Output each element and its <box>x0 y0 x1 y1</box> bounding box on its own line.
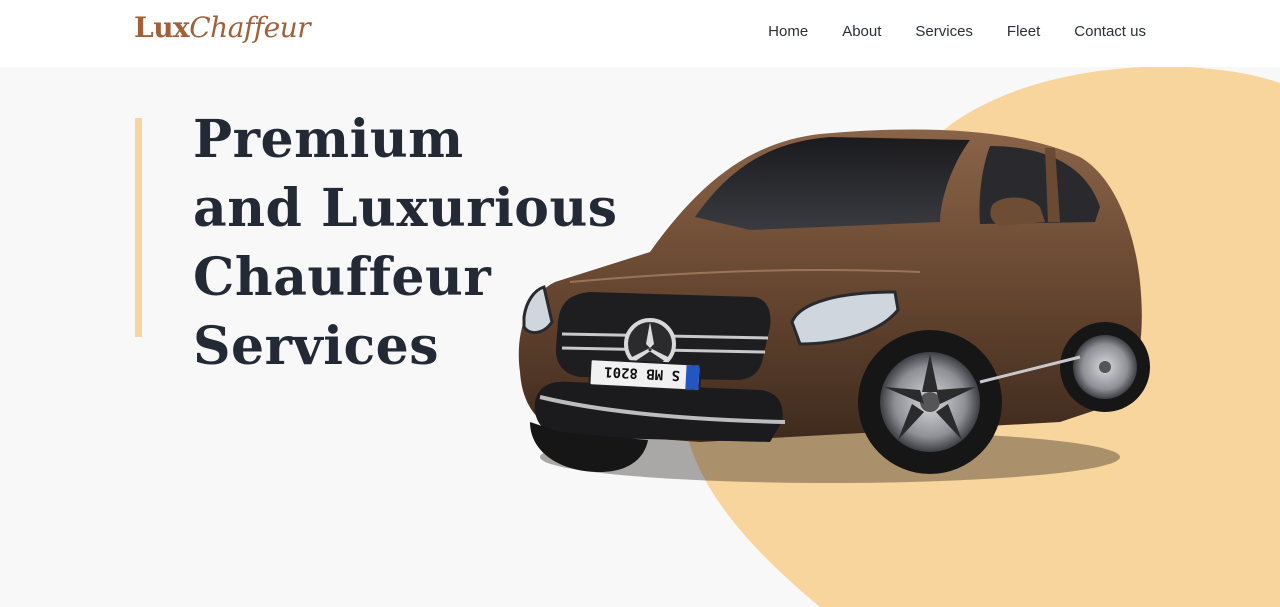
brand-logo-light: Chaffeur <box>189 11 311 44</box>
car-windshield <box>695 137 970 230</box>
main-nav: Home About Services Fleet Contact us <box>734 23 1146 40</box>
headline-accent-bar <box>135 118 142 337</box>
site-header: LuxChaffeur Home About Services Fleet Co… <box>0 0 1280 67</box>
car-rear-wheel <box>1060 322 1150 412</box>
nav-contact[interactable]: Contact us <box>1074 23 1146 40</box>
nav-services[interactable]: Services <box>915 23 973 40</box>
hero-section: Premium and Luxurious Chauffeur Services <box>0 67 1280 607</box>
car-front-bumper <box>534 381 783 442</box>
nav-about[interactable]: About <box>842 23 881 40</box>
brand-logo-bold: Lux <box>134 11 190 44</box>
nav-fleet[interactable]: Fleet <box>1007 23 1040 40</box>
plate-eu-band <box>685 365 700 390</box>
nav-home[interactable]: Home <box>768 23 808 40</box>
hero-car-image: S MB 8201 <box>518 129 1150 483</box>
car-front-wheel <box>858 330 1002 474</box>
brand-logo[interactable]: LuxChaffeur <box>134 11 311 44</box>
